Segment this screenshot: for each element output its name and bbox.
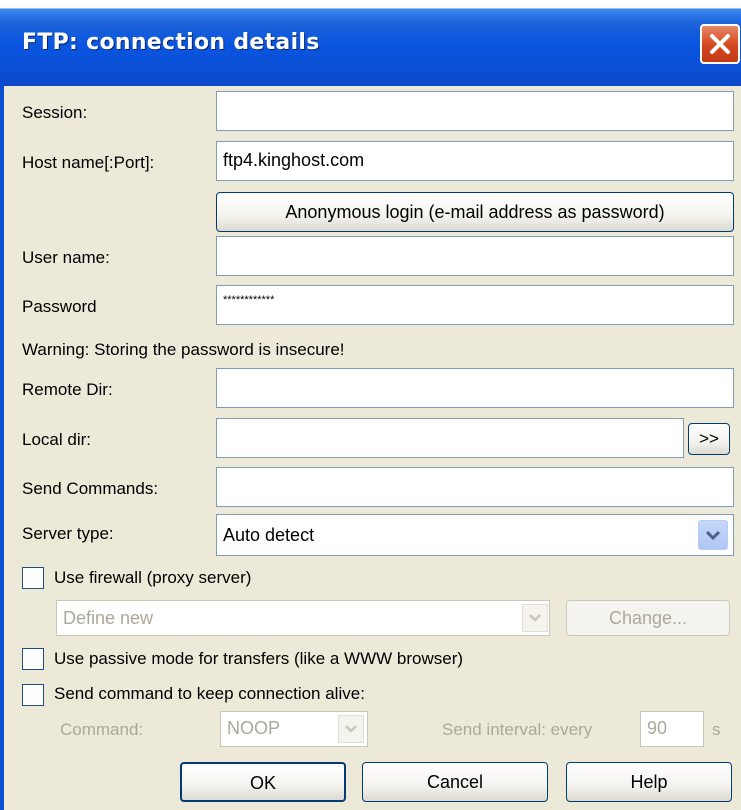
cancel-button[interactable]: Cancel xyxy=(362,762,548,802)
browse-local-button[interactable]: >> xyxy=(688,423,730,455)
change-button: Change... xyxy=(566,600,730,636)
keepalive-label: Send command to keep connection alive: xyxy=(54,684,365,703)
firewall-proxy-select: Define new xyxy=(56,600,550,636)
interval-unit: s xyxy=(712,720,721,739)
password-label: Password xyxy=(22,297,97,316)
anonymous-login-button[interactable]: Anonymous login (e-mail address as passw… xyxy=(216,192,734,232)
host-input[interactable]: ftp4.kinghost.com xyxy=(216,141,734,181)
password-warning: Warning: Storing the password is insecur… xyxy=(22,340,345,359)
passive-mode-label: Use passive mode for transfers (like a W… xyxy=(54,649,464,668)
host-label: Host name[:Port]: xyxy=(22,153,155,172)
local-dir-input[interactable] xyxy=(216,418,684,458)
send-commands-label: Send Commands: xyxy=(22,479,159,498)
server-type-dropdown-button[interactable] xyxy=(698,520,728,550)
server-type-select[interactable]: Auto detect xyxy=(216,514,734,556)
keepalive-checkbox[interactable] xyxy=(22,684,44,706)
close-icon xyxy=(710,34,730,54)
window-title: FTP: connection details xyxy=(22,30,320,55)
close-button[interactable] xyxy=(700,24,740,64)
chevron-down-icon xyxy=(345,725,357,733)
firewall-proxy-value: Define new xyxy=(63,608,154,628)
ftp-connection-dialog: FTP: connection details Session: Host na… xyxy=(0,0,741,810)
session-input[interactable] xyxy=(216,91,734,131)
send-commands-input[interactable] xyxy=(216,467,734,507)
firewall-checkbox[interactable] xyxy=(22,567,44,589)
ok-button[interactable]: OK xyxy=(180,762,346,802)
title-bar[interactable]: FTP: connection details xyxy=(0,0,741,86)
command-label: Command: xyxy=(60,720,144,739)
remote-dir-label: Remote Dir: xyxy=(22,380,113,399)
command-value: NOOP xyxy=(227,718,281,738)
server-type-value: Auto detect xyxy=(223,525,315,545)
passive-mode-checkbox[interactable] xyxy=(22,648,44,670)
help-button[interactable]: Help xyxy=(566,762,732,802)
user-input[interactable] xyxy=(216,236,734,276)
server-type-label: Server type: xyxy=(22,524,114,543)
firewall-dropdown-button xyxy=(522,604,548,632)
chevron-down-icon xyxy=(529,614,541,622)
command-select: NOOP xyxy=(220,711,368,747)
local-dir-label: Local dir: xyxy=(22,430,91,449)
interval-label: Send interval: every xyxy=(442,720,593,739)
interval-input: 90 xyxy=(640,711,704,747)
window-frame xyxy=(0,86,4,810)
session-label: Session: xyxy=(22,103,88,122)
remote-dir-input[interactable] xyxy=(216,368,734,408)
chevron-down-icon xyxy=(705,530,721,541)
user-label: User name: xyxy=(22,248,110,267)
password-input[interactable]: ************ xyxy=(216,285,734,325)
command-dropdown-button xyxy=(338,715,364,743)
firewall-label: Use firewall (proxy server) xyxy=(54,568,252,587)
